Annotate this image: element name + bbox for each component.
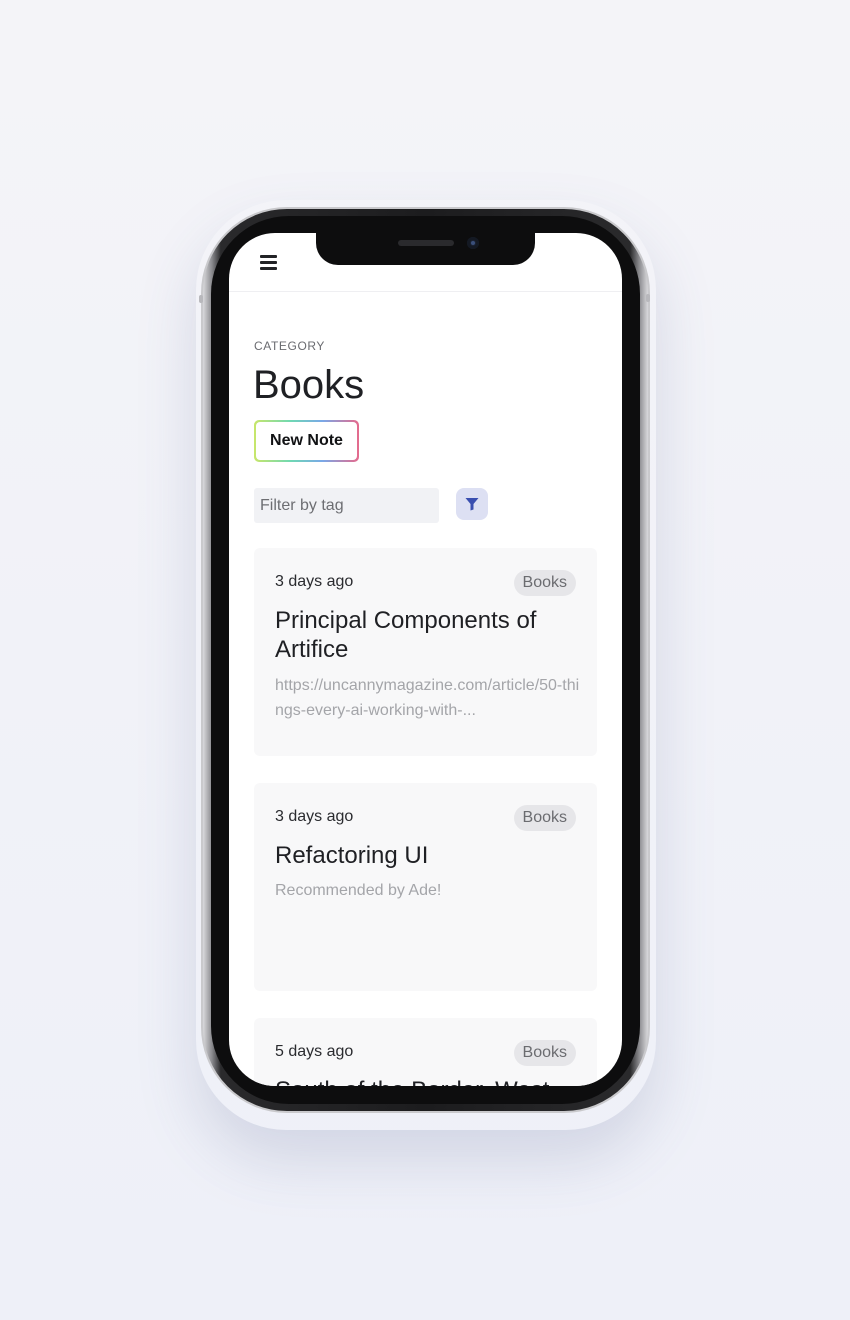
tag-filter-input[interactable] bbox=[254, 488, 439, 523]
filter-button[interactable] bbox=[456, 488, 488, 520]
note-date: 3 days ago bbox=[275, 573, 354, 590]
note-tag-badge[interactable]: Books bbox=[513, 805, 576, 831]
note-card[interactable]: 3 days ago Books Principal Components of… bbox=[254, 548, 597, 756]
new-note-label: New Note bbox=[256, 422, 357, 460]
note-date: 3 days ago bbox=[275, 808, 354, 825]
phone-screen: CATEGORY Books New Note 3 days ago Books… bbox=[229, 233, 622, 1086]
funnel-icon bbox=[465, 498, 479, 511]
note-description: https://uncannymagazine.com/article/50-t… bbox=[275, 677, 580, 719]
category-label: CATEGORY bbox=[254, 339, 326, 353]
note-description: Recommended by Ade! bbox=[275, 882, 442, 899]
note-card[interactable]: 5 days ago Books South of the Border, We… bbox=[254, 1018, 597, 1086]
front-camera-icon bbox=[467, 237, 479, 249]
note-card[interactable]: 3 days ago Books Refactoring UI Recommen… bbox=[254, 783, 597, 991]
note-tag-badge[interactable]: Books bbox=[513, 1040, 576, 1066]
side-button-left-top bbox=[199, 295, 203, 303]
note-title: South of the Border, West bbox=[275, 1076, 575, 1086]
note-title: Refactoring UI bbox=[275, 842, 429, 869]
phone-notch bbox=[316, 233, 535, 265]
page-title: Books bbox=[253, 363, 365, 407]
new-note-button[interactable]: New Note bbox=[254, 420, 359, 462]
side-button-right bbox=[646, 294, 650, 302]
speaker-grille bbox=[398, 240, 454, 246]
hamburger-menu-icon[interactable] bbox=[260, 255, 277, 271]
note-title: Principal Components of Artifice bbox=[275, 607, 537, 663]
note-date: 5 days ago bbox=[275, 1043, 354, 1060]
note-tag-badge[interactable]: Books bbox=[513, 570, 576, 596]
